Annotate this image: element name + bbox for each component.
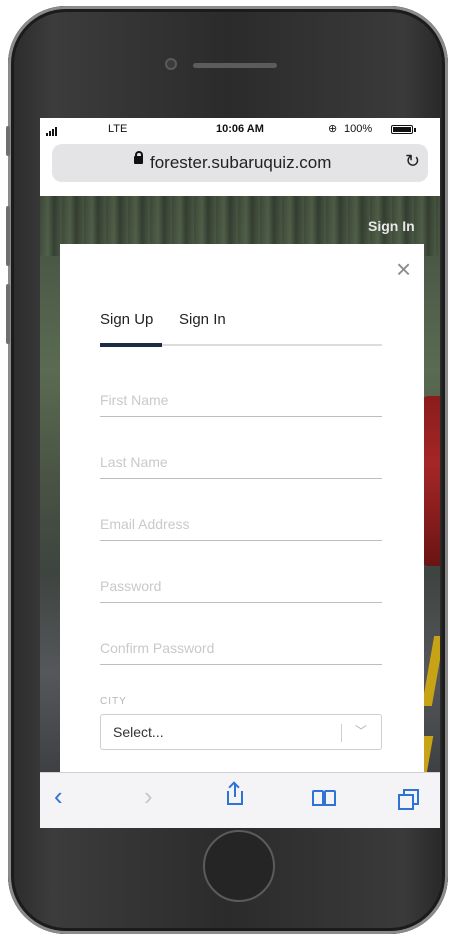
clock: 10:06 AM xyxy=(216,123,264,135)
password-input[interactable] xyxy=(100,578,382,594)
safari-toolbar: ‹ › xyxy=(40,772,440,828)
first-name-input[interactable] xyxy=(100,392,382,408)
password-field[interactable] xyxy=(100,570,382,603)
signal-icon xyxy=(46,124,58,136)
car-image xyxy=(422,396,440,566)
reload-icon[interactable]: ↻ xyxy=(405,151,420,172)
tabs-icon[interactable] xyxy=(398,789,420,811)
battery-icon xyxy=(391,125,413,134)
last-name-input[interactable] xyxy=(100,454,382,470)
front-camera xyxy=(165,58,177,70)
active-tab-indicator xyxy=(100,343,162,347)
forward-icon[interactable]: › xyxy=(144,781,153,812)
address-bar[interactable]: forester.subaruquiz.com ↻ xyxy=(52,144,428,182)
mute-switch xyxy=(6,126,10,156)
email-input[interactable] xyxy=(100,516,382,532)
battery-tip xyxy=(414,128,416,132)
tab-sign-up[interactable]: Sign Up xyxy=(100,311,153,328)
tab-sign-in[interactable]: Sign In xyxy=(179,311,226,328)
earpiece-speaker xyxy=(193,63,277,68)
city-select[interactable]: Select... ﹀ xyxy=(100,714,382,750)
phone-screen: LTE 10:06 AM ⊕ 100% forester.subaruquiz.… xyxy=(40,118,440,828)
share-icon[interactable] xyxy=(227,781,243,805)
close-icon[interactable]: × xyxy=(396,256,411,282)
first-name-field[interactable] xyxy=(100,384,382,417)
confirm-password-input[interactable] xyxy=(100,640,382,656)
city-label: CITY xyxy=(100,696,127,707)
volume-down-button xyxy=(6,284,10,344)
nav-sign-in-link[interactable]: Sign In xyxy=(368,218,415,234)
url-text[interactable]: forester.subaruquiz.com xyxy=(150,153,331,173)
auth-modal: × Sign Up Sign In CITY Select... ﹀ xyxy=(60,244,424,784)
select-divider xyxy=(341,724,342,742)
battery-percent: 100% xyxy=(344,123,373,135)
confirm-password-field[interactable] xyxy=(100,632,382,665)
status-bar: LTE 10:06 AM ⊕ 100% xyxy=(40,118,440,140)
bookmarks-icon[interactable] xyxy=(312,790,338,808)
last-name-field[interactable] xyxy=(100,446,382,479)
email-field[interactable] xyxy=(100,508,382,541)
lock-icon xyxy=(134,151,143,164)
city-select-value: Select... xyxy=(113,724,164,740)
alarm-icon: ⊕ xyxy=(328,123,338,135)
volume-up-button xyxy=(6,206,10,266)
chevron-down-icon[interactable]: ﹀ xyxy=(355,722,367,739)
carrier-label: LTE xyxy=(108,123,128,135)
road-line xyxy=(421,636,440,706)
back-icon[interactable]: ‹ xyxy=(54,781,63,812)
home-button[interactable] xyxy=(203,830,275,902)
